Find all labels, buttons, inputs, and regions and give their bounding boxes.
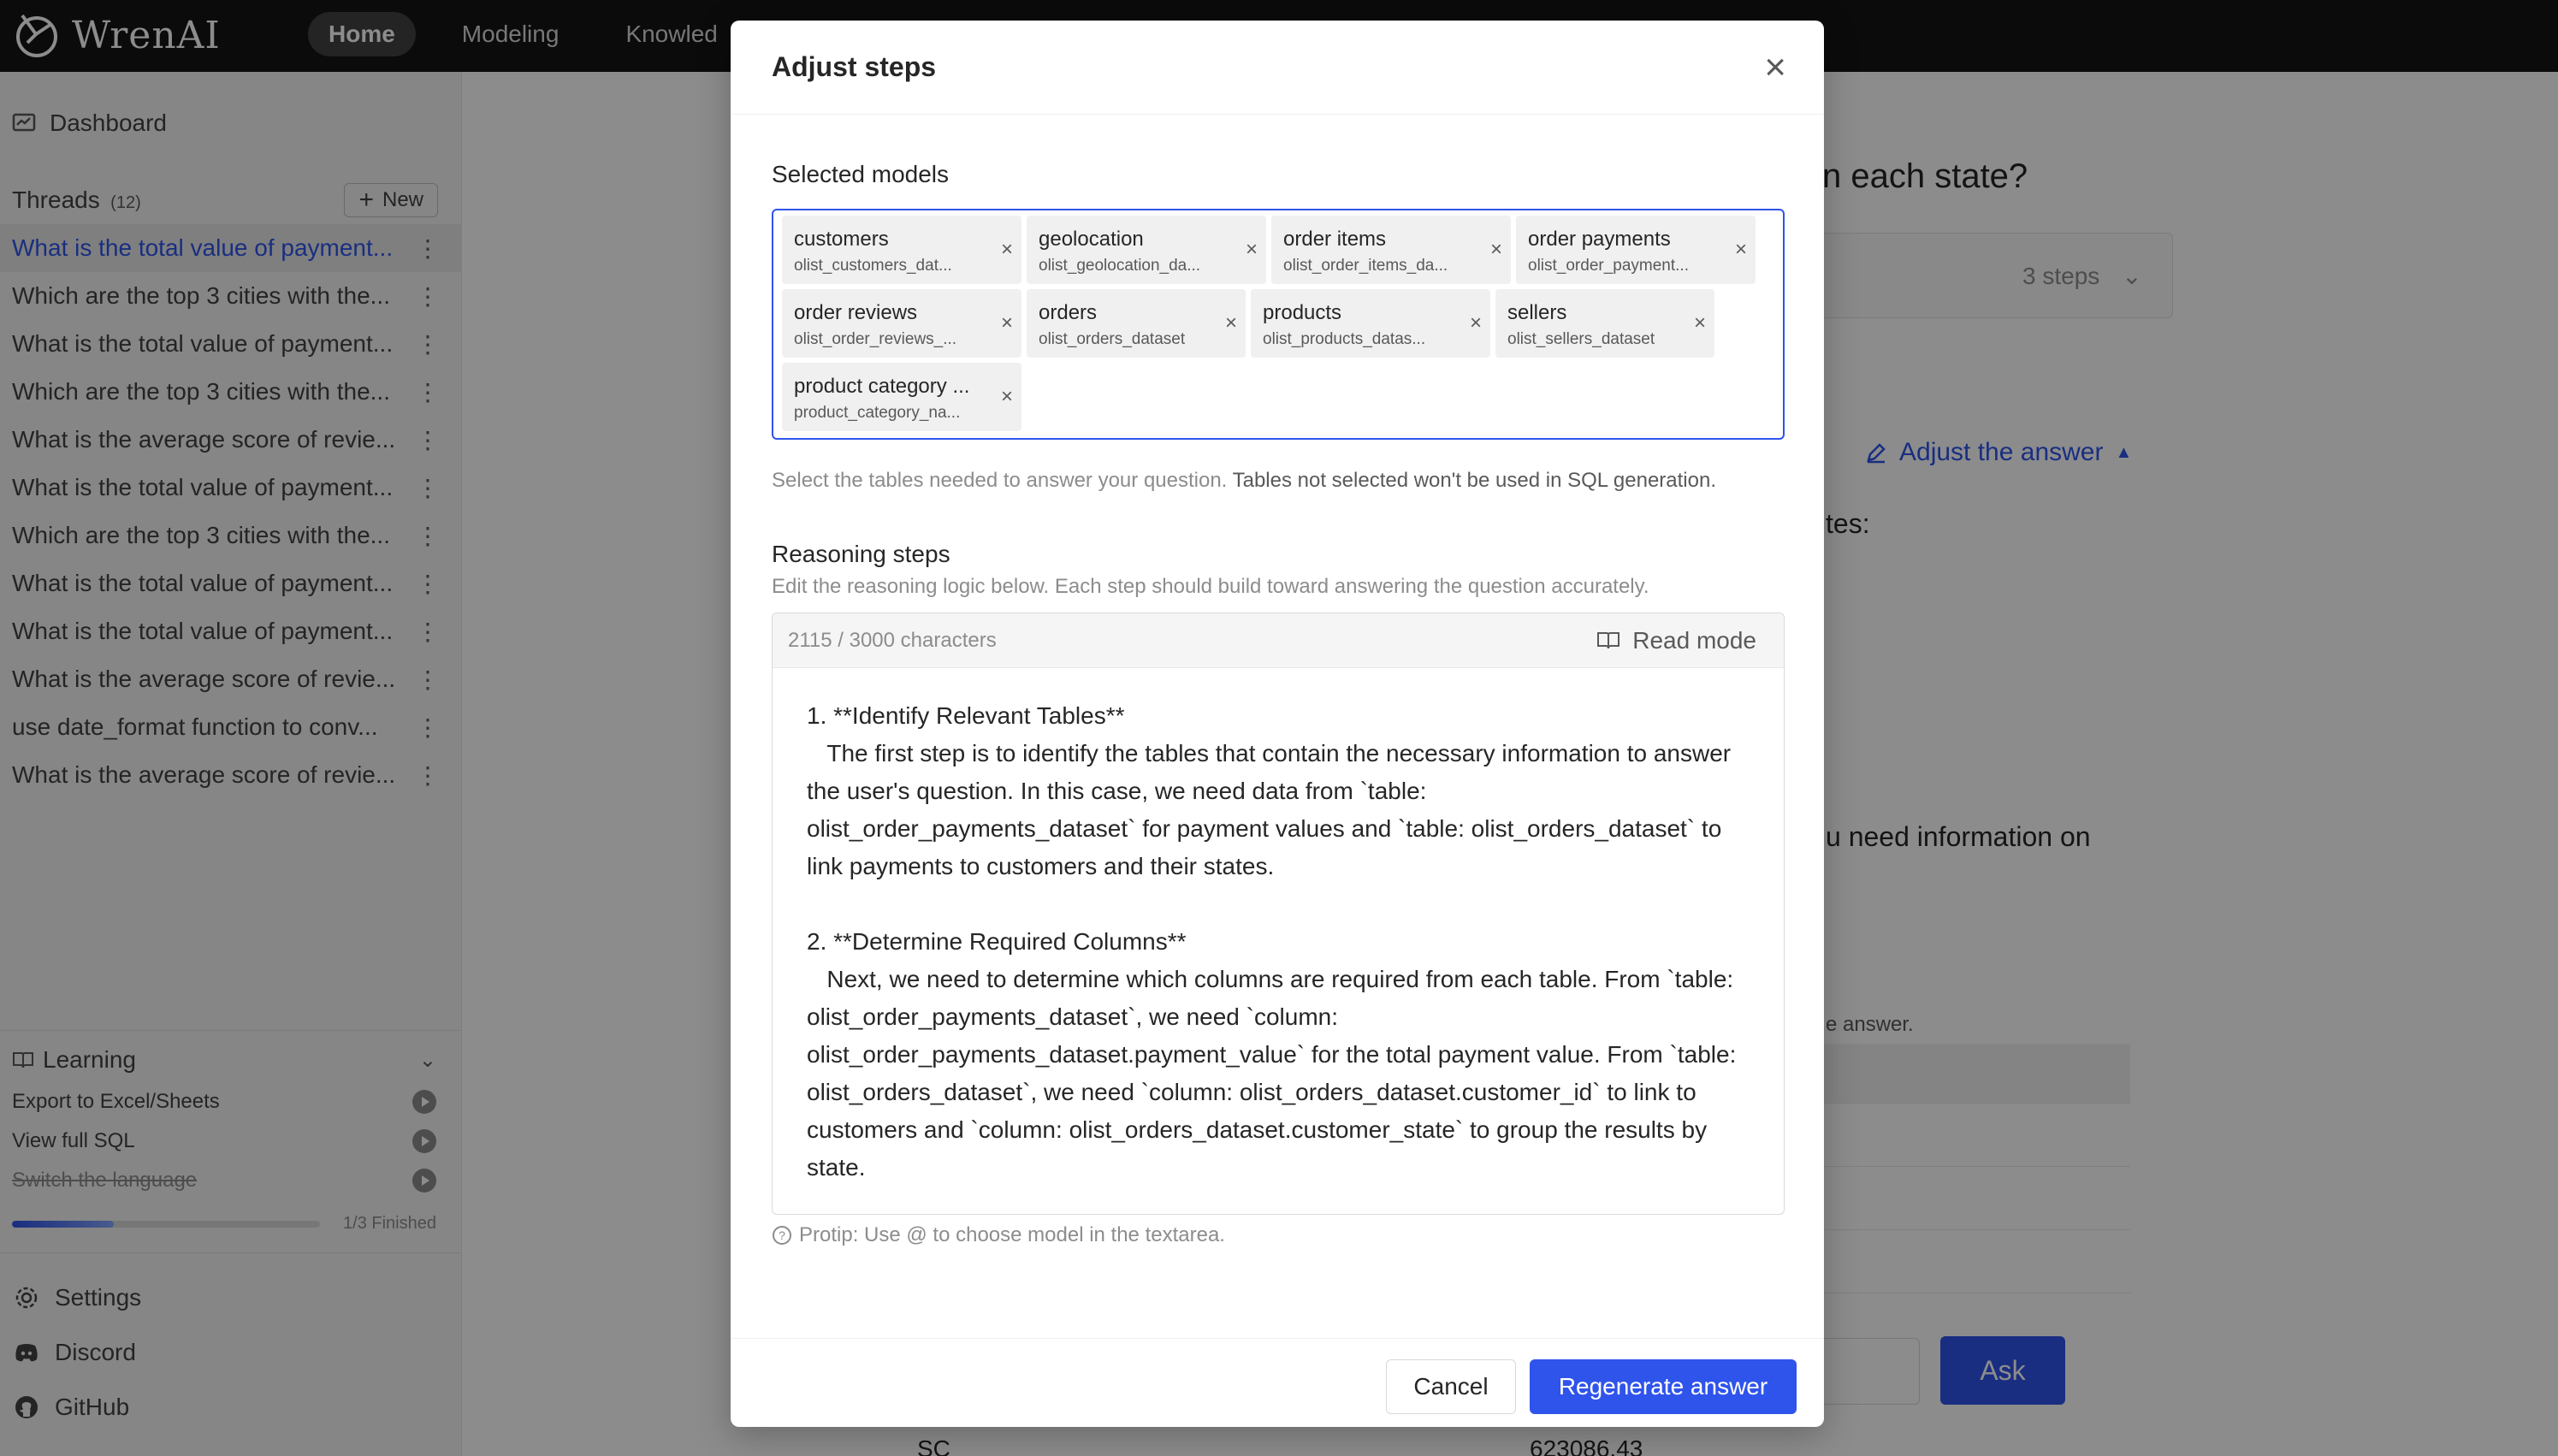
close-icon[interactable]: ×: [1225, 311, 1237, 335]
adjust-steps-modal: Adjust steps × Selected models customers…: [731, 21, 1824, 1427]
model-tag: orders olist_orders_dataset ×: [1027, 289, 1246, 358]
protip-text: Protip: Use @ to choose model in the tex…: [799, 1223, 1225, 1246]
read-mode-label: Read mode: [1632, 626, 1756, 654]
model-table: olist_order_reviews_...: [794, 330, 957, 348]
model-name: order payments: [1528, 228, 1671, 251]
modal-header: Adjust steps ×: [731, 21, 1824, 115]
model-name: products: [1263, 301, 1342, 324]
models-help-prefix: Select the tables needed to answer your …: [772, 469, 1228, 492]
model-table: olist_products_datas...: [1263, 330, 1426, 348]
model-table: product_category_na...: [794, 404, 961, 422]
model-table: olist_orders_dataset: [1039, 330, 1186, 348]
model-tag: order payments olist_order_payment... ×: [1516, 216, 1756, 284]
reasoning-help-text: Edit the reasoning logic below. Each ste…: [772, 575, 1649, 598]
close-icon[interactable]: ×: [1764, 48, 1786, 86]
model-name: order reviews: [794, 301, 918, 324]
model-name: orders: [1039, 301, 1098, 324]
svg-text:?: ?: [779, 1228, 785, 1242]
close-icon[interactable]: ×: [1246, 238, 1258, 262]
model-table: olist_order_payment...: [1528, 257, 1689, 275]
close-icon[interactable]: ×: [1735, 238, 1747, 262]
model-tag: customers olist_customers_dat... ×: [782, 216, 1021, 284]
modal-footer: Cancel Regenerate answer: [731, 1338, 1824, 1427]
model-tag: order items olist_order_items_da... ×: [1271, 216, 1511, 284]
model-table: olist_sellers_dataset: [1507, 330, 1655, 348]
modal-title: Adjust steps: [772, 51, 937, 82]
reasoning-textarea[interactable]: 1. **Identify Relevant Tables** The firs…: [773, 668, 1784, 1187]
close-icon[interactable]: ×: [1694, 311, 1706, 335]
model-name: customers: [794, 228, 889, 251]
close-icon[interactable]: ×: [1001, 238, 1013, 262]
model-name: geolocation: [1039, 228, 1144, 251]
cancel-button[interactable]: Cancel: [1386, 1359, 1516, 1414]
models-select[interactable]: customers olist_customers_dat... × geolo…: [772, 209, 1785, 440]
book-icon: [1597, 631, 1620, 648]
model-table: olist_geolocation_da...: [1039, 257, 1201, 275]
reasoning-steps-label: Reasoning steps: [772, 541, 950, 567]
model-name: order items: [1283, 228, 1387, 251]
protip: ? Protip: Use @ to choose model in the t…: [772, 1223, 1225, 1247]
model-tag: product category ... product_category_na…: [782, 363, 1021, 431]
models-help-strong: Tables not selected won't be used in SQL…: [1232, 469, 1716, 492]
model-tag: order reviews olist_order_reviews_... ×: [782, 289, 1021, 358]
close-icon[interactable]: ×: [1001, 385, 1013, 409]
close-icon[interactable]: ×: [1490, 238, 1502, 262]
editor-toolbar: 2115 / 3000 characters Read mode: [773, 613, 1784, 668]
regenerate-answer-button[interactable]: Regenerate answer: [1530, 1359, 1797, 1414]
model-tag: sellers olist_sellers_dataset ×: [1495, 289, 1714, 358]
reasoning-editor[interactable]: 2115 / 3000 characters Read mode 1. **Id…: [772, 613, 1785, 1215]
models-help-text: Select the tables needed to answer your …: [772, 469, 1716, 493]
selected-models-label: Selected models: [772, 161, 950, 187]
close-icon[interactable]: ×: [1470, 311, 1482, 335]
character-count: 2115 / 3000 characters: [788, 628, 997, 652]
model-tag: products olist_products_datas... ×: [1251, 289, 1490, 358]
close-icon[interactable]: ×: [1001, 311, 1013, 335]
model-tag: geolocation olist_geolocation_da... ×: [1027, 216, 1266, 284]
model-table: olist_order_items_da...: [1283, 257, 1448, 275]
model-name: product category ...: [794, 375, 970, 398]
model-table: olist_customers_dat...: [794, 257, 952, 275]
question-circle-icon: ?: [773, 1226, 791, 1245]
read-mode-button[interactable]: Read mode: [1596, 627, 1756, 654]
model-name: sellers: [1507, 301, 1567, 324]
